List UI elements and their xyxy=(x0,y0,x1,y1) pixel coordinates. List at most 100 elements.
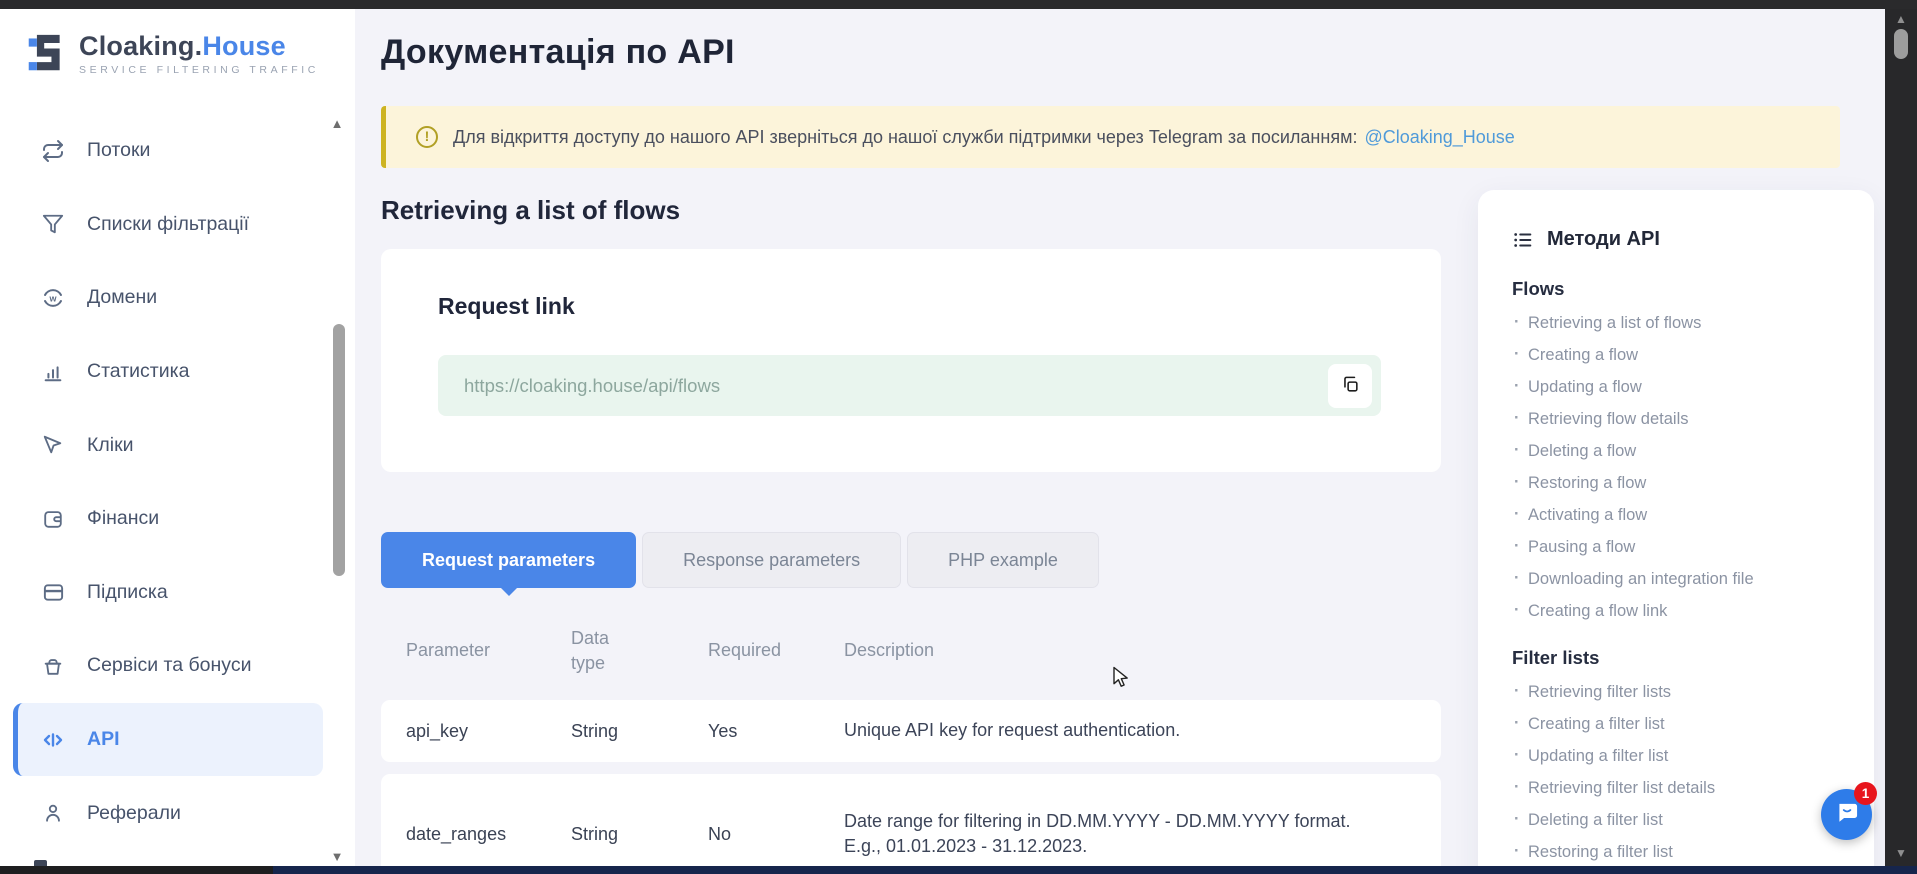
sidebar-item-referrals[interactable]: Реферали xyxy=(0,776,355,850)
sidebar: Cloaking.House SERVICE FILTERING TRAFFIC… xyxy=(0,9,355,866)
app-screen: Cloaking.House SERVICE FILTERING TRAFFIC… xyxy=(0,0,1917,874)
sidebar-item-label: Статистика xyxy=(87,360,189,383)
sidebar-item-label: Потоки xyxy=(87,139,150,162)
services-icon xyxy=(40,653,66,679)
brand-name: Cloaking.House xyxy=(79,31,286,61)
method-link-deleting-a-flow[interactable]: Deleting a flow xyxy=(1512,442,1840,460)
chat-unread-badge: 1 xyxy=(1854,782,1877,805)
method-link-creating-a-flow[interactable]: Creating a flow xyxy=(1512,346,1840,364)
sidebar-item-label: Списки фільтрації xyxy=(87,213,249,236)
sidebar-item-api[interactable]: API xyxy=(13,703,323,777)
method-link-creating-a-filter-list[interactable]: Creating a filter list xyxy=(1512,715,1840,733)
finance-icon xyxy=(40,506,66,532)
sidebar-scroll-down-icon[interactable]: ▼ xyxy=(327,849,347,864)
chat-bubble-icon xyxy=(1834,799,1860,830)
api-icon xyxy=(40,727,66,753)
methods-group-filter-lists: Filter lists xyxy=(1512,647,1840,669)
table-row: date_ranges String No Date range for fil… xyxy=(381,774,1441,866)
svg-text:w: w xyxy=(48,293,57,303)
sidebar-item-label: API xyxy=(87,728,120,751)
cell-required: No xyxy=(708,824,844,845)
table-row: api_key String Yes Unique API key for re… xyxy=(381,700,1441,762)
alert-message: Для відкриття доступу до нашого API звер… xyxy=(453,127,1357,148)
api-methods-panel: Методи API Flows Retrieving a list of fl… xyxy=(1478,190,1874,874)
domains-icon: w xyxy=(40,285,66,311)
subscription-icon xyxy=(40,579,66,605)
cell-data-type: String xyxy=(571,721,708,742)
logo[interactable]: Cloaking.House SERVICE FILTERING TRAFFIC xyxy=(26,31,319,80)
sidebar-item-label: Реферали xyxy=(87,802,181,825)
sidebar-item-label: Фінанси xyxy=(87,507,159,530)
cell-required: Yes xyxy=(708,721,844,742)
sidebar-item-clicks[interactable]: Кліки xyxy=(0,408,355,482)
methods-panel-header: Методи API xyxy=(1512,228,1840,251)
method-link-activating-a-flow[interactable]: Activating a flow xyxy=(1512,506,1840,524)
referrals-icon xyxy=(40,800,66,826)
api-access-alert: ! Для відкриття доступу до нашого API зв… xyxy=(381,106,1840,168)
method-link-restoring-a-filter-list[interactable]: Restoring a filter list xyxy=(1512,843,1840,861)
tab-request-parameters[interactable]: Request parameters xyxy=(381,532,636,588)
sidebar-scroll-up-icon[interactable]: ▲ xyxy=(327,116,347,131)
request-link-title: Request link xyxy=(438,293,575,320)
cell-description: Date range for filtering in DD.MM.YYYY -… xyxy=(844,809,1416,859)
page-title: Документація по API xyxy=(381,33,1885,72)
column-header-parameter: Parameter xyxy=(406,640,571,661)
sidebar-item-flows[interactable]: Потоки xyxy=(0,114,355,188)
chat-widget-button[interactable]: 1 xyxy=(1821,789,1872,840)
sidebar-item-statistics[interactable]: Статистика xyxy=(0,335,355,409)
warning-icon: ! xyxy=(416,126,438,148)
cell-description: Unique API key for request authenticatio… xyxy=(844,718,1416,743)
column-header-required: Required xyxy=(708,640,844,661)
tab-php-example[interactable]: PHP example xyxy=(907,532,1099,588)
list-icon xyxy=(1512,229,1534,251)
brand-tagline: SERVICE FILTERING TRAFFIC xyxy=(79,64,319,76)
method-link-retrieving-flow-details[interactable]: Retrieving flow details xyxy=(1512,410,1840,428)
request-url-field: https://cloaking.house/api/flows xyxy=(438,355,1381,416)
browser-scrollbar: ▲ ▼ xyxy=(1885,9,1917,866)
copy-url-button[interactable] xyxy=(1328,364,1372,408)
cell-parameter: api_key xyxy=(406,721,571,742)
method-link-updating-a-filter-list[interactable]: Updating a filter list xyxy=(1512,747,1840,765)
column-header-data-type: Data type xyxy=(571,626,623,675)
sidebar-scrollbar-thumb[interactable] xyxy=(333,324,345,576)
scrollbar-thumb[interactable] xyxy=(1894,29,1908,59)
method-link-downloading-integration-file[interactable]: Downloading an integration file xyxy=(1512,570,1840,588)
request-link-card: Request link https://cloaking.house/api/… xyxy=(381,249,1441,472)
method-link-retrieving-list-of-flows[interactable]: Retrieving a list of flows xyxy=(1512,314,1840,332)
method-link-deleting-a-filter-list[interactable]: Deleting a filter list xyxy=(1512,811,1840,829)
method-link-retrieving-filter-list-details[interactable]: Retrieving filter list details xyxy=(1512,779,1840,797)
tab-response-parameters[interactable]: Response parameters xyxy=(642,532,901,588)
sidebar-item-label: Сервіси та бонуси xyxy=(87,654,251,677)
copy-icon xyxy=(1341,375,1360,397)
sidebar-item-finance[interactable]: Фінанси xyxy=(0,482,355,556)
methods-group-flows: Flows xyxy=(1512,278,1840,300)
stats-icon xyxy=(40,359,66,385)
clicks-icon xyxy=(40,432,66,458)
method-link-updating-a-flow[interactable]: Updating a flow xyxy=(1512,378,1840,396)
sidebar-item-services-bonuses[interactable]: Сервіси та бонуси xyxy=(0,629,355,703)
sidebar-menu: Потоки Списки фільтрації w Домени Статис… xyxy=(0,114,355,850)
sidebar-item-filter-lists[interactable]: Списки фільтрації xyxy=(0,188,355,262)
cell-parameter: date_ranges xyxy=(406,824,571,845)
scrollbar-down-icon[interactable]: ▼ xyxy=(1885,846,1917,860)
sidebar-item-domains[interactable]: w Домени xyxy=(0,261,355,335)
filter-icon xyxy=(40,211,66,237)
telegram-link[interactable]: @Cloaking_House xyxy=(1364,127,1514,148)
request-url-value: https://cloaking.house/api/flows xyxy=(464,375,1328,397)
window-bottom-border xyxy=(0,866,1917,874)
method-link-restoring-a-flow[interactable]: Restoring a flow xyxy=(1512,474,1840,492)
method-link-pausing-a-flow[interactable]: Pausing a flow xyxy=(1512,538,1840,556)
window-top-border xyxy=(0,0,1917,9)
methods-panel-title: Методи API xyxy=(1547,228,1660,251)
sidebar-item-label: Підписка xyxy=(87,581,168,604)
method-link-retrieving-filter-lists[interactable]: Retrieving filter lists xyxy=(1512,683,1840,701)
method-link-creating-a-flow-link[interactable]: Creating a flow link xyxy=(1512,602,1840,620)
scrollbar-up-icon[interactable]: ▲ xyxy=(1885,12,1917,26)
logo-icon xyxy=(26,31,66,80)
window-bottom-border-left xyxy=(0,866,273,874)
table-header-row: Parameter Data type Required Description xyxy=(381,620,1441,681)
sidebar-item-label: Кліки xyxy=(87,434,134,457)
sidebar-item-subscription[interactable]: Підписка xyxy=(0,556,355,630)
sidebar-item-label: Домени xyxy=(87,286,157,309)
column-header-description: Description xyxy=(844,640,1416,661)
